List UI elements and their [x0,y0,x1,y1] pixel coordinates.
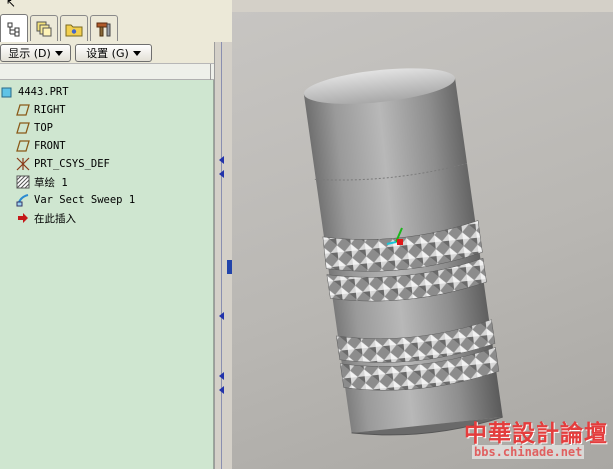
datum-plane-icon [16,103,30,117]
tree-item-top[interactable]: TOP [16,120,53,136]
folder-icon [65,24,83,36]
tree-item-label: 草绘 1 [34,176,68,189]
folder-browser-tab[interactable] [60,15,88,41]
chevron-down-icon [132,50,141,56]
tree-root-label: 4443.PRT [18,86,69,98]
splitter-line [221,42,222,469]
tree-item-label: RIGHT [34,104,66,116]
collapse-left-icon[interactable] [219,372,224,380]
navigator-tab-strip: ↖ [0,0,232,42]
tree-item-label: 在此插入 [34,212,76,225]
tree-item-front[interactable]: FRONT [16,138,66,154]
datum-plane-icon [16,121,30,135]
tools-icon [96,22,111,36]
tree-item-sketch[interactable]: 草绘 1 [16,174,68,190]
sketch-icon [16,175,30,189]
show-menu-label: 显示 (D) [8,47,51,60]
collapse-left-icon[interactable] [219,156,224,164]
tree-item-right[interactable]: RIGHT [16,102,66,118]
knurled-cylinder-model [303,68,503,436]
show-menu-button[interactable]: 显示 (D) [0,44,71,62]
tree-item-insert-here[interactable]: 在此插入 [16,210,76,226]
tree-item-label: FRONT [34,140,66,152]
model-tree-tab[interactable] [0,14,28,42]
site-watermark: 中華設計論壇 bbs.chinade.net [458,412,613,469]
watermark-url: bbs.chinade.net [472,445,585,459]
model-tree-header [0,64,214,80]
coordinate-system-icon [16,157,30,171]
collapse-left-icon[interactable] [219,386,224,394]
watermark-title: 中華設計論壇 [464,420,608,447]
insert-here-arrow-icon [16,211,30,225]
sweep-icon [16,193,30,207]
settings-menu-button[interactable]: 设置 (G) [75,44,152,62]
model-tree-icon [7,22,20,36]
part-icon [0,85,14,99]
navigator-toolbar: 显示 (D) 设置 (G) [0,42,214,64]
tree-root-part[interactable]: 4443.PRT [0,84,69,100]
panel-splitter[interactable] [214,42,232,469]
tree-item-csys[interactable]: PRT_CSYS_DEF [16,156,110,172]
mouse-cursor-icon: ↖ [6,0,17,10]
tree-item-label: PRT_CSYS_DEF [34,158,110,170]
chevron-down-icon [54,50,63,56]
graphics-viewport[interactable] [232,12,613,469]
tree-item-var-sect-sweep[interactable]: Var Sect Sweep 1 [16,192,135,208]
settings-menu-label: 设置 (G) [86,47,129,60]
model-tree-panel: 4443.PRT RIGHT TOP FRONT PRT_CSYS_DEF 草绘… [0,64,214,469]
collapse-left-icon[interactable] [219,312,224,320]
layers-tab[interactable] [30,15,58,41]
collapse-left-icon[interactable] [219,170,224,178]
layers-icon [36,21,52,36]
datum-plane-icon [16,139,30,153]
tools-tab[interactable] [90,15,118,41]
tree-item-label: Var Sect Sweep 1 [34,194,136,206]
tree-item-label: TOP [34,122,53,134]
